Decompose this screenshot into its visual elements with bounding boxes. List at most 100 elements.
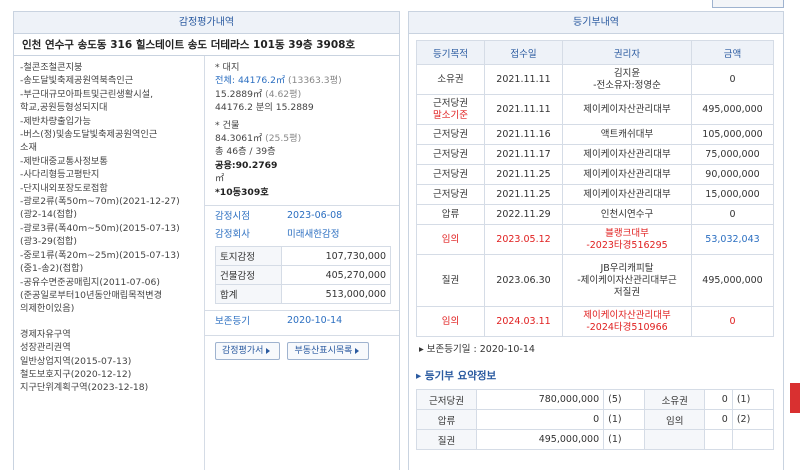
summary-label: 임의: [644, 409, 706, 430]
registry-date: 2023.05.12: [484, 224, 563, 255]
zoning-designation: 철도보호지구(2020-12-12): [20, 368, 132, 380]
zoning-column: -철콘조철콘지붕 -송도달빛축제공원역북측인근 -부근대규모아파트및근린생활시설, 학…: [14, 56, 205, 470]
registry-purpose: 근저당권: [416, 164, 485, 185]
registry-date: 2021.11.11: [484, 64, 563, 95]
summary-label: 질권: [416, 429, 477, 450]
registry-summary-table: 근저당권 780,000,000 (5) 소유권 0 (1) 압류 0 (1) 임의 0 (2) 질권 4…: [416, 389, 775, 450]
zoning-designations: 경제자유구역성장관리권역 일반상업지역(2015-07-13) 철도보호지구(202…: [20, 328, 204, 395]
value-label: 토지감정: [215, 246, 282, 267]
summary-count: (1): [603, 409, 646, 430]
summary-count: (1): [731, 389, 775, 410]
registry-date: 2021.11.16: [484, 124, 563, 145]
registry-purpose: 소유권: [416, 64, 485, 95]
registry-purpose-text: 근저당권: [433, 97, 468, 109]
registry-panel-title: 등기부내역: [409, 12, 783, 34]
zoning-line: -부근대규모아파트및근린생활시설,: [20, 88, 154, 100]
zoning-line: (광3-29(접합): [20, 236, 77, 248]
registry-amount: 495,000,000: [691, 254, 774, 307]
appraisal-details-column: * 대지 전체: 44176.2㎡ (13363.3평) 15.2889㎡ (4…: [205, 56, 399, 470]
preserve-date-line: ▸ 보존등기일 : 2020-10-14: [419, 344, 535, 355]
zoning-designation: 경제자유구역: [20, 328, 71, 340]
land-ratio: 44176.2 분의 15.2889: [215, 102, 314, 114]
registry-row: 근저당권 2021.11.17 제이케이자산관리대부 75,000,000: [416, 144, 774, 165]
common-area-unit: ㎡: [215, 173, 225, 185]
summary-label: 압류: [416, 409, 477, 430]
summary-label: 근저당권: [416, 389, 477, 410]
registry-row: 소유권 2021.11.11 김지윤 -전소유자:정영순 0: [416, 64, 774, 95]
summary-amount: 0: [475, 409, 605, 430]
summary-amount: 0: [704, 409, 733, 430]
caret-right-icon: [266, 347, 271, 354]
registry-column-header: 금액: [691, 40, 774, 65]
zoning-line: -공유수면준공매립지(2011-07-06): [20, 276, 160, 288]
registry-row: 근저당권 2021.11.25 제이케이자산관리대부 15,000,000: [416, 184, 774, 205]
summary-row: 근저당권 780,000,000 (5) 소유권 0 (1): [416, 389, 775, 410]
registry-date: 2022.11.29: [484, 204, 563, 225]
zoning-line: (중1-송2)(접합): [20, 263, 84, 275]
registry-row: 임의 2023.05.12 블랭크대부 -2023타경516295 53,032,04…: [416, 224, 774, 255]
side-banner[interactable]: [790, 383, 800, 413]
registry-purpose: 근저당권 말소기준: [416, 94, 485, 125]
zoning-line: -버스(정)및송도달빛축제공원역인근: [20, 129, 158, 141]
registry-amount: 105,000,000: [691, 124, 774, 145]
registry-row: 임의 2024.03.11 제이케이자산관리대부 -2024타경510966 0: [416, 306, 774, 337]
registry-date: 2023.06.30: [484, 254, 563, 307]
zoning-line: -제반대중교통사정보통: [20, 155, 108, 167]
registry-purpose: 임의: [416, 306, 485, 337]
appraisal-report-button[interactable]: 감정평가서: [215, 342, 281, 361]
zoning-designation: 성장관리권역: [20, 342, 71, 354]
registry-summary-title: ▸ 등기부 요약정보: [416, 370, 497, 382]
registry-holder: JB우리캐피탈 -제이케이자산관리대부근 저질권: [562, 254, 692, 307]
base-right-badge: 말소기준: [433, 109, 468, 121]
registry-amount: 53,032,043: [691, 224, 774, 255]
building-label: * 건물: [215, 119, 240, 131]
zoning-designation: 일반상업지역(2015-07-13): [20, 355, 132, 367]
registry-amount: 495,000,000: [691, 94, 774, 125]
registry-holder: 제이케이자산관리대부: [562, 144, 692, 165]
registry-purpose: 근저당권: [416, 144, 485, 165]
registry-amount: 90,000,000: [691, 164, 774, 185]
summary-label: [644, 429, 706, 450]
zoning-designation: 지구단위계획구역(2023-12-18): [20, 382, 149, 394]
value-amount: 405,270,000: [281, 265, 391, 286]
zoning-line: -송도달빛축제공원역북측인근: [20, 75, 134, 87]
zoning-line: 의제한이있음): [20, 303, 75, 315]
registry-date: 2021.11.11: [484, 94, 563, 125]
building-area: 84.3061㎡ (25.5평): [215, 133, 302, 145]
floor-info: 총 46층 / 39층: [215, 146, 276, 158]
value-label: 합계: [215, 284, 282, 305]
registry-column-header: 접수일: [484, 40, 563, 65]
appraisal-panel-title: 감정평가내역: [14, 12, 399, 34]
zoning-line: (광2-14(접합): [20, 209, 77, 221]
zoning-line: -사다리형등고평탄지: [20, 169, 100, 181]
registry-column-header: 등기목적: [416, 40, 485, 65]
registry-column-header: 권리자: [562, 40, 692, 65]
summary-count: (5): [603, 389, 646, 410]
registry-date: 2021.11.25: [484, 184, 563, 205]
zoning-line: -광로3류(폭40m~50m)(2015-07-13): [20, 222, 180, 234]
registry-holder: 김지윤 -전소유자:정영순: [562, 64, 692, 95]
land-share: 15.2889㎡ (4.62평): [215, 88, 302, 100]
registry-amount: 15,000,000: [691, 184, 774, 205]
summary-row: 질권 495,000,000 (1): [416, 429, 775, 450]
registry-row: 근저당권 말소기준 2021.11.11 제이케이자산관리대부 495,000,000: [416, 94, 774, 125]
registry-panel: 등기부내역 등기목적 접수일 권리자 금액 소유권 2021.11.11 김지윤 -전소유…: [408, 11, 784, 470]
zoning-line: -철콘조철콘지붕: [20, 62, 83, 73]
registry-row: 근저당권 2021.11.25 제이케이자산관리대부 90,000,000: [416, 164, 774, 185]
zoning-line: -제반차량출입가능: [20, 115, 91, 127]
summary-count: (1): [603, 429, 646, 450]
appraiser-row: 감정회사 미래새한감정: [215, 229, 340, 241]
appraisal-panel: 감정평가내역 인천 연수구 송도동 316 힐스테이트 송도 더테라스 101동…: [13, 11, 400, 470]
top-action-button[interactable]: [712, 0, 784, 8]
caret-right-icon: [355, 347, 360, 354]
appraisal-value-table: 토지감정 107,730,000 건물감정 405,270,000 합계 513,000,…: [215, 246, 391, 305]
registry-list-button[interactable]: 부동산표시목록: [287, 342, 370, 361]
registry-purpose: 질권: [416, 254, 485, 307]
registry-holder: 액트캐쉬대부: [562, 124, 692, 145]
land-label: * 대지: [215, 62, 240, 73]
value-amount: 513,000,000: [281, 284, 391, 305]
registry-row: 질권 2023.06.30 JB우리캐피탈 -제이케이자산관리대부근 저질권 495,…: [416, 254, 774, 307]
registry-date: 2021.11.17: [484, 144, 563, 165]
registry-purpose: 근저당권: [416, 124, 485, 145]
value-row: 합계 513,000,000: [215, 284, 391, 305]
